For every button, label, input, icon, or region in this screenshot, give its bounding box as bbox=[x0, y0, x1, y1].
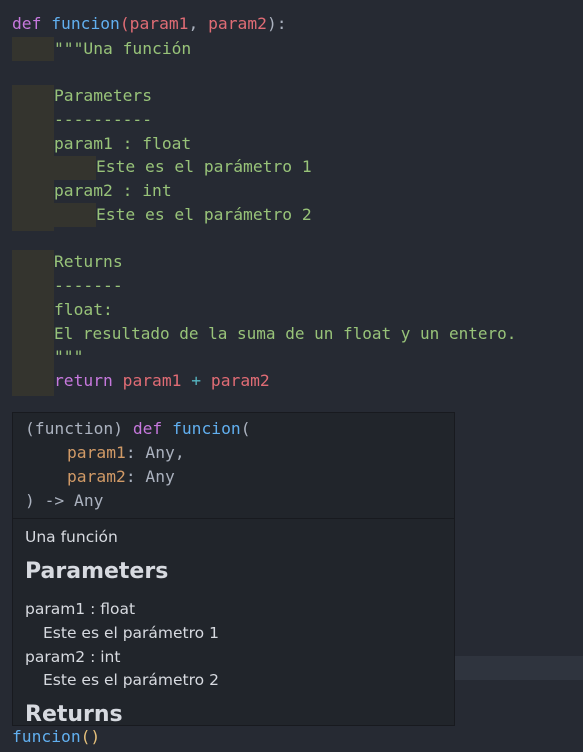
signature-function-name: funcion bbox=[172, 419, 241, 438]
docstring-close[interactable]: """ bbox=[54, 345, 83, 369]
signature-def-keyword: def bbox=[132, 419, 163, 438]
docstring-param2-decl[interactable]: param2 : int bbox=[54, 179, 172, 203]
docstring-return-desc[interactable]: El resultado de la suma de un float y un… bbox=[54, 322, 516, 346]
signature-param1: param1 bbox=[67, 443, 126, 462]
docstring-returns-rule[interactable]: ------- bbox=[54, 274, 123, 298]
signature-param1-type: : Any, bbox=[125, 443, 185, 462]
hover-signature: (function) def funcion( param1: Any, par… bbox=[13, 413, 454, 519]
indent-guide bbox=[54, 156, 96, 180]
comma: , bbox=[188, 14, 209, 33]
signature-line-1: (function) def funcion( bbox=[25, 417, 251, 441]
indent-guide bbox=[54, 203, 96, 227]
close-signature: ): bbox=[266, 14, 287, 33]
indent-guide bbox=[12, 250, 54, 396]
call-function-name[interactable]: funcion bbox=[12, 727, 81, 746]
code-editor[interactable]: def funcion(param1, param2): """Una func… bbox=[0, 0, 583, 752]
hover-tooltip[interactable]: (function) def funcion( param1: Any, par… bbox=[12, 412, 455, 726]
doc-param2-desc: Este es el parámetro 2 bbox=[43, 671, 219, 689]
param2-name: param2 bbox=[208, 14, 267, 33]
doc-parameters-heading: Parameters bbox=[25, 559, 169, 584]
open-paren: ( bbox=[119, 14, 130, 33]
signature-param2: param2 bbox=[67, 467, 126, 486]
function-name[interactable]: funcion bbox=[51, 14, 120, 33]
docstring-param1-desc[interactable]: Este es el parámetro 1 bbox=[96, 155, 312, 179]
signature-param2-type: : Any bbox=[125, 467, 175, 486]
current-line-highlight bbox=[455, 656, 583, 680]
plus-operator: + bbox=[191, 371, 202, 390]
code-line-def[interactable]: def funcion(param1, param2): bbox=[12, 12, 287, 36]
indent-guide bbox=[12, 37, 54, 61]
call-parens: () bbox=[80, 727, 101, 746]
signature-open-paren: ( bbox=[240, 419, 251, 438]
doc-param1-desc: Este es el parámetro 1 bbox=[43, 624, 219, 642]
return-keyword: return bbox=[54, 371, 113, 390]
signature-prefix: (function) bbox=[25, 419, 133, 438]
return-operand-b: param2 bbox=[210, 371, 270, 390]
indent-guide bbox=[12, 85, 54, 231]
doc-param2-decl: param2 : int bbox=[25, 648, 121, 666]
docstring-param1-decl[interactable]: param1 : float bbox=[54, 132, 191, 156]
docstring-parameters-heading[interactable]: Parameters bbox=[54, 84, 152, 108]
return-operand-a: param1 bbox=[122, 371, 182, 390]
docstring-open[interactable]: """Una función bbox=[54, 37, 191, 61]
signature-line-3: param2: Any bbox=[67, 465, 175, 489]
signature-line-4: ) -> Any bbox=[25, 491, 104, 510]
code-line-call[interactable]: funcion() bbox=[12, 725, 100, 749]
doc-returns-heading: Returns bbox=[25, 702, 123, 726]
docstring-parameters-rule[interactable]: ---------- bbox=[54, 108, 152, 132]
doc-param1-decl: param1 : float bbox=[25, 600, 136, 618]
doc-summary: Una función bbox=[25, 528, 118, 546]
param1-name: param1 bbox=[129, 14, 189, 33]
docstring-return-type[interactable]: float: bbox=[54, 298, 113, 322]
code-line-return[interactable]: return param1 + param2 bbox=[54, 369, 270, 393]
def-keyword: def bbox=[12, 14, 42, 33]
docstring-param2-desc[interactable]: Este es el parámetro 2 bbox=[96, 203, 312, 227]
docstring-returns-heading[interactable]: Returns bbox=[54, 250, 123, 274]
hover-documentation: Una función Parameters param1 : float Es… bbox=[13, 520, 454, 725]
signature-line-2: param1: Any, bbox=[67, 441, 185, 465]
